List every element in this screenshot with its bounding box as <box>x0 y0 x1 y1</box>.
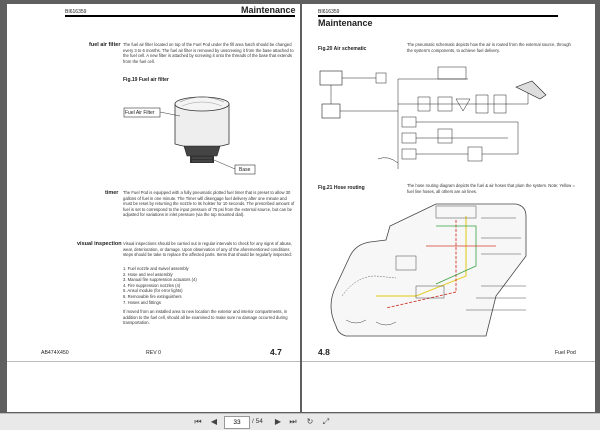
figure-21-text: The hose routing diagram depicts the fue… <box>407 183 575 194</box>
viewer-toolbar: ⏮ ◀ 33 / 54 ▶ ⏭ ↻ ⤢ <box>0 413 600 430</box>
figure-21-caption: Fig.21 Hose routing <box>318 185 365 191</box>
hose-routing-diagram <box>330 203 527 337</box>
heading-timer: timer <box>105 190 119 196</box>
page-4-7: BI616359 Maintenance fuel air filter The… <box>7 4 300 412</box>
page-4-8: BI616359 Maintenance Fig.20 Air schemati… <box>302 4 595 412</box>
header-title: Maintenance <box>241 5 296 15</box>
page-total: / 54 <box>252 418 263 425</box>
refresh-icon[interactable]: ↻ <box>304 416 316 427</box>
document-viewer: BI616359 Maintenance fuel air filter The… <box>0 0 600 413</box>
fuel-air-filter-illustration <box>123 96 256 175</box>
header-rule <box>65 15 295 17</box>
next-page-icon[interactable]: ▶ <box>272 416 284 427</box>
air-schematic-diagram <box>319 66 547 169</box>
footer-rule <box>7 361 300 362</box>
page-number: 4.7 <box>270 347 282 357</box>
heading-visual-inspection: visual inspection <box>77 241 122 247</box>
visual-inspection-text: Visual inspections should be carried out… <box>123 241 293 258</box>
header-rule <box>318 15 558 17</box>
timer-text: The Fuel Pod is equipped with a fully pn… <box>123 190 295 218</box>
label-base: Base <box>239 167 251 173</box>
list-item: 7. Hoses and fittings <box>123 299 161 305</box>
visual-inspection-text-2: If moved from an installed area to new l… <box>123 309 288 326</box>
fuel-air-filter-text: The fuel air filter located on top of th… <box>123 42 294 64</box>
inspection-list: 1. Fuel nozzle and swivel assembly 2. Ho… <box>123 266 295 305</box>
first-page-icon[interactable]: ⏮ <box>192 416 204 427</box>
footer-title: Fuel Pod <box>555 350 576 356</box>
label-fuel-air-filter: Fuel Air Filter <box>125 110 155 116</box>
figure-19-caption: Fig.19 Fuel air filter <box>123 77 169 83</box>
page-number-input[interactable]: 33 <box>224 416 250 429</box>
previous-page-icon[interactable]: ◀ <box>208 416 220 427</box>
fit-page-icon[interactable]: ⤢ <box>320 416 332 427</box>
figure-20-caption: Fig.20 Air schematic <box>318 46 367 52</box>
footer-rev: REV 0 <box>146 350 161 356</box>
footer-doc-id: AB474X450 <box>41 350 69 356</box>
heading-fuel-air-filter: fuel air filter <box>89 42 121 48</box>
last-page-icon[interactable]: ⏭ <box>287 416 299 427</box>
header-title: Maintenance <box>318 18 373 28</box>
figure-20-text: The pneumatic schematic depicts how the … <box>407 42 571 53</box>
page-number: 4.8 <box>318 347 330 357</box>
footer-rule <box>302 361 595 362</box>
